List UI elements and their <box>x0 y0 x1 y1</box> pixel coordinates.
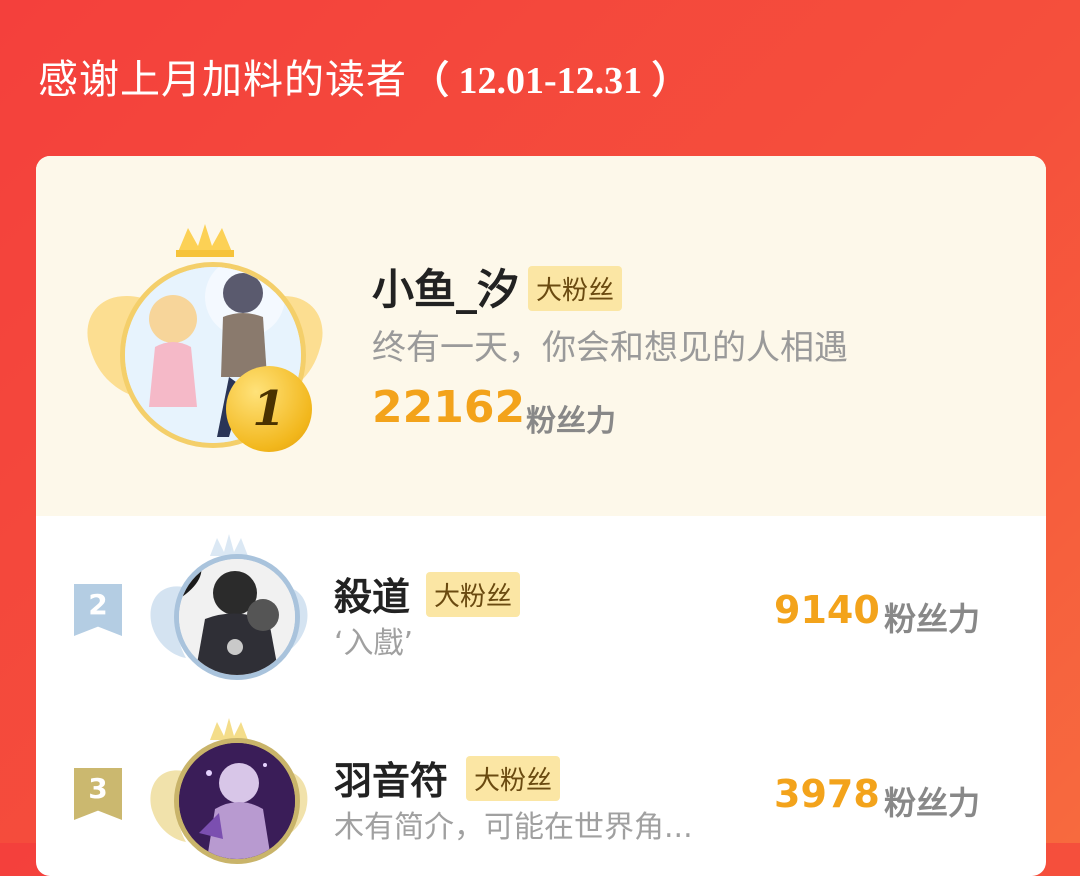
reader-bio: ‘入戲’ <box>334 626 414 661</box>
fan-badge: 大粉丝 <box>466 756 561 801</box>
ranking-card: 1 小鱼_汐 大粉丝 终有一天，你会和想见的人相遇 22162 粉丝力 2 殺道… <box>36 156 1046 876</box>
fan-points-value: 9140 <box>774 588 880 632</box>
fan-points-unit: 粉丝力 <box>884 600 981 638</box>
fan-badge: 大粉丝 <box>426 572 521 617</box>
avatar[interactable] <box>174 554 300 680</box>
reader-bio: 木有简介，可能在世界角... <box>334 810 693 845</box>
page-title: 感谢上月加料的读者 <box>38 57 407 103</box>
reader-name: 羽音符 <box>334 759 449 803</box>
fan-points-unit: 粉丝力 <box>526 404 616 439</box>
fan-points-unit: 粉丝力 <box>884 784 981 822</box>
rank-tag: 3 <box>74 768 122 820</box>
rank-tag: 2 <box>74 584 122 636</box>
fan-points-value: 3978 <box>774 772 880 816</box>
reader-name: 殺道 <box>334 575 411 619</box>
date-range: （ 12.01-12.31 ） <box>411 59 690 102</box>
rank-medal: 1 <box>226 366 312 452</box>
fan-points-value: 22162 <box>372 382 526 433</box>
reader-name: 小鱼_汐 <box>372 265 520 314</box>
fan-badge: 大粉丝 <box>528 266 623 311</box>
avatar[interactable] <box>174 738 300 864</box>
page-header: 感谢上月加料的读者 （ 12.01-12.31 ） <box>38 48 690 104</box>
reader-bio: 终有一天，你会和想见的人相遇 <box>372 328 848 368</box>
